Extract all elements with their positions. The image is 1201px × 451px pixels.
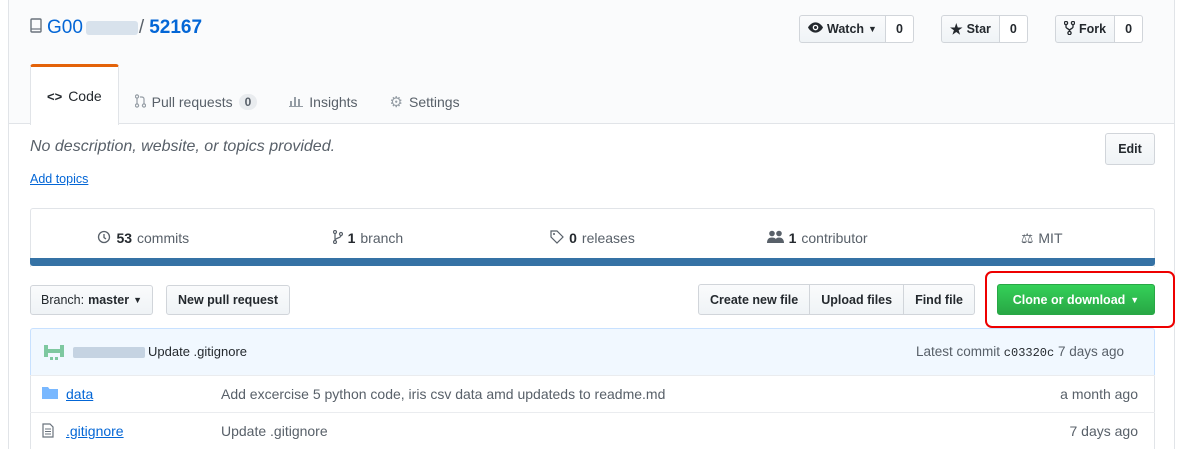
tab-code[interactable]: <> Code bbox=[30, 64, 119, 125]
watch-label: Watch bbox=[827, 22, 865, 36]
star-group: ★ Star 0 bbox=[941, 15, 1028, 43]
upload-files-button[interactable]: Upload files bbox=[809, 284, 905, 315]
branch-select-button[interactable]: Branch: master ▼ bbox=[30, 285, 154, 315]
file-name-link[interactable]: data bbox=[66, 386, 93, 402]
law-icon: ⚖ bbox=[1020, 229, 1034, 246]
redacted-author bbox=[73, 347, 145, 358]
branches-count: 1 bbox=[347, 230, 356, 246]
file-age: a month ago bbox=[1060, 386, 1138, 402]
tab-settings-label: Settings bbox=[408, 94, 460, 110]
caret-down-icon: ▼ bbox=[133, 295, 143, 305]
commits-label: commits bbox=[137, 230, 190, 246]
create-new-file-button[interactable]: Create new file bbox=[698, 284, 811, 315]
fork-count[interactable]: 0 bbox=[1115, 15, 1144, 43]
commits-count: 53 bbox=[116, 230, 133, 246]
table-row: .gitignore Update .gitignore 7 days ago bbox=[30, 412, 1155, 449]
folder-icon bbox=[42, 386, 58, 400]
highlight-annotation bbox=[985, 271, 1175, 328]
repo-owner-link[interactable]: G00 bbox=[47, 17, 83, 39]
latest-commit-prefix: Latest commit bbox=[916, 344, 1001, 359]
tab-pull-requests[interactable]: Pull requests 0 bbox=[119, 80, 274, 124]
fork-button[interactable]: Fork bbox=[1055, 15, 1116, 43]
tab-insights-label: Insights bbox=[309, 94, 358, 110]
tab-code-label: Code bbox=[68, 88, 102, 104]
latest-commit-message[interactable]: Update .gitignore bbox=[148, 344, 247, 359]
releases-count: 0 bbox=[569, 230, 577, 246]
branch-icon bbox=[332, 229, 343, 247]
people-icon bbox=[766, 230, 784, 246]
star-count[interactable]: 0 bbox=[999, 15, 1028, 43]
repo-description: No description, website, or topics provi… bbox=[30, 138, 336, 155]
latest-commit-age: 7 days ago bbox=[1057, 344, 1125, 359]
edit-button[interactable]: Edit bbox=[1105, 133, 1155, 165]
avatar[interactable] bbox=[44, 343, 64, 361]
fork-group: Fork 0 bbox=[1055, 15, 1144, 43]
contributors-count: 1 bbox=[788, 230, 797, 246]
pull-requests-counter: 0 bbox=[238, 94, 258, 110]
graph-icon bbox=[289, 94, 304, 110]
tab-insights[interactable]: Insights bbox=[273, 80, 373, 124]
new-pull-request-button[interactable]: New pull request bbox=[166, 285, 291, 315]
repo-icon bbox=[30, 17, 42, 39]
star-icon: ★ bbox=[950, 20, 963, 37]
watch-button[interactable]: Watch ▼ bbox=[799, 15, 886, 43]
table-row: data Add excercise 5 python code, iris c… bbox=[30, 375, 1155, 412]
file-actions: Create new file Upload files Find file bbox=[698, 284, 975, 315]
file-name-link[interactable]: .gitignore bbox=[66, 423, 124, 439]
tab-pull-requests-label: Pull requests bbox=[151, 94, 233, 110]
releases-label: releases bbox=[581, 230, 635, 246]
tag-icon bbox=[550, 229, 564, 247]
watch-count[interactable]: 0 bbox=[885, 15, 914, 43]
history-icon bbox=[97, 230, 111, 247]
add-topics-link[interactable]: Add topics bbox=[30, 172, 88, 186]
file-commit-message[interactable]: Update .gitignore bbox=[221, 423, 328, 439]
latest-commit-info: Latest commit c03320c 7 days ago bbox=[916, 344, 1124, 360]
eye-icon bbox=[808, 22, 823, 36]
file-commit-message[interactable]: Add excercise 5 python code, iris csv da… bbox=[221, 386, 665, 402]
file-age: 7 days ago bbox=[1069, 423, 1139, 439]
redacted-owner bbox=[85, 21, 138, 35]
watch-group: Watch ▼ 0 bbox=[799, 15, 914, 43]
gear-icon: ⚙ bbox=[389, 94, 403, 111]
repo-nav: <> Code Pull requests 0 Insights ⚙ Setti… bbox=[30, 64, 476, 125]
tab-settings[interactable]: ⚙ Settings bbox=[374, 80, 476, 124]
file-icon bbox=[42, 423, 58, 438]
contributors-label: contributor bbox=[801, 230, 868, 246]
repo-separator: / bbox=[138, 17, 145, 38]
star-label: Star bbox=[966, 22, 991, 36]
fork-icon bbox=[1063, 20, 1076, 38]
caret-down-icon: ▼ bbox=[868, 24, 877, 34]
branches-label: branch bbox=[360, 230, 404, 246]
fork-label: Fork bbox=[1079, 22, 1107, 36]
branch-name: master bbox=[88, 293, 130, 307]
commit-sha-link[interactable]: c03320c bbox=[1004, 346, 1054, 360]
repo-title: G00 / 52167 bbox=[30, 17, 202, 39]
find-file-button[interactable]: Find file bbox=[903, 284, 975, 315]
language-bar[interactable] bbox=[30, 258, 1155, 266]
star-button[interactable]: ★ Star bbox=[941, 15, 1000, 43]
license-label: MIT bbox=[1038, 230, 1063, 246]
branch-prefix: Branch: bbox=[41, 293, 85, 307]
repo-name-link[interactable]: 52167 bbox=[149, 17, 202, 39]
code-icon: <> bbox=[47, 88, 63, 104]
pull-request-icon bbox=[134, 93, 146, 111]
